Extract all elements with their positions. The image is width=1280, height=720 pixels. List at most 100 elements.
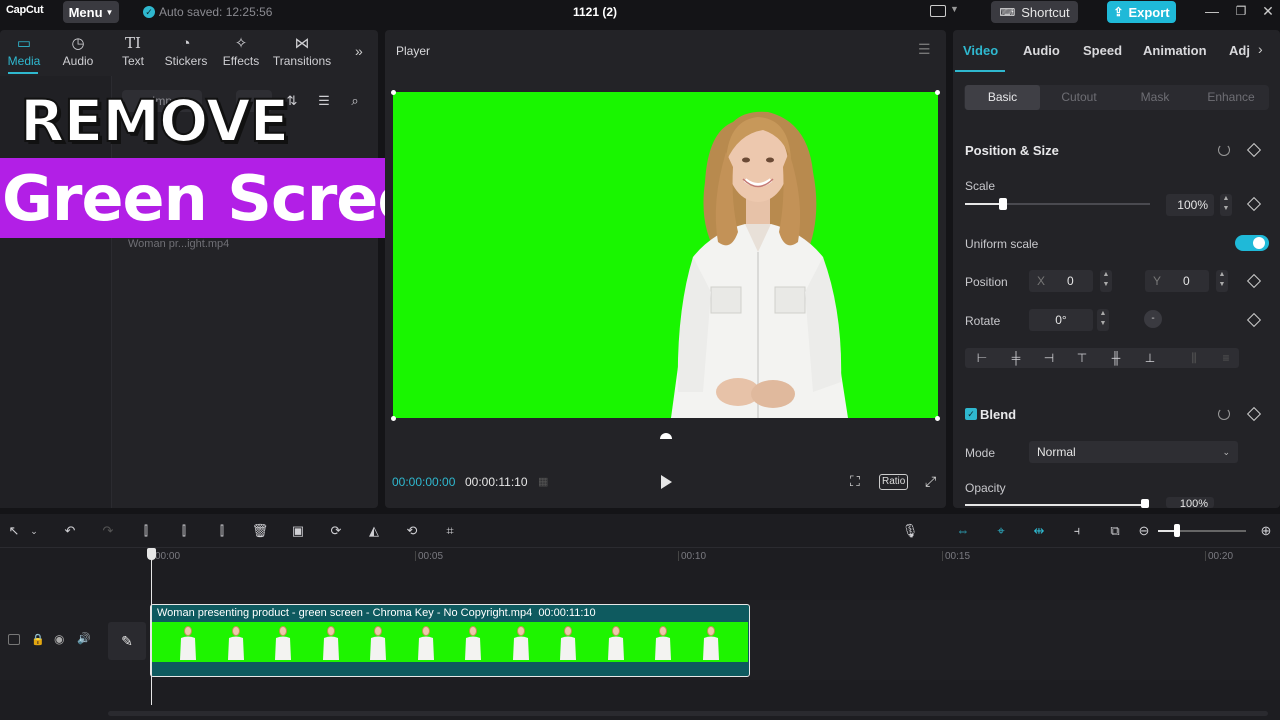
tab-stickers[interactable]: ◔ Stickers — [160, 30, 212, 74]
media-file-name[interactable]: Woman pr...ight.mp4 — [128, 238, 229, 250]
opacity-slider-knob[interactable] — [1141, 499, 1149, 508]
maximize-icon[interactable]: ❐ — [1232, 2, 1250, 20]
timeline-scrollbar[interactable] — [108, 711, 1268, 716]
eye-icon[interactable]: ◉ — [54, 632, 64, 646]
lock-icon[interactable]: 🔒 — [31, 633, 45, 646]
scale-stepper[interactable]: ▲ ▼ — [1220, 194, 1232, 216]
tab-audio[interactable]: ◷ Audio — [56, 30, 100, 74]
preview-canvas[interactable] — [393, 92, 938, 418]
shortcut-button[interactable]: ⌨ Shortcut — [991, 1, 1078, 23]
tab-speed[interactable]: Speed — [1083, 43, 1122, 58]
resize-handle[interactable] — [391, 90, 396, 95]
tab-text[interactable]: TI Text — [112, 30, 154, 74]
export-button[interactable]: ⇪ Export — [1107, 1, 1176, 23]
zoom-in-icon[interactable]: ⊕ — [1256, 521, 1276, 541]
chevron-right-icon[interactable]: › — [1258, 41, 1263, 57]
linkage-icon[interactable]: ⇹ — [1029, 521, 1049, 541]
resize-handle[interactable] — [391, 416, 396, 421]
resize-handle[interactable] — [935, 416, 940, 421]
tab-transitions[interactable]: ⋈ Transitions — [270, 30, 334, 74]
position-x-stepper[interactable]: ▲ ▼ — [1100, 270, 1112, 292]
rotate-icon[interactable]: ⟲ — [402, 521, 422, 541]
rotate-stepper[interactable]: ▲ ▼ — [1097, 309, 1109, 331]
chevron-down-icon[interactable]: ⌄ — [24, 521, 44, 541]
blend-title[interactable]: Blend — [980, 407, 1016, 422]
subtab-cutout[interactable]: Cutout — [1042, 85, 1116, 110]
opacity-input[interactable]: 100% — [1166, 497, 1214, 508]
menu-button[interactable]: Menu ▼ — [63, 1, 119, 23]
position-size-title[interactable]: Position & Size — [965, 143, 1059, 158]
playhead-line — [151, 550, 152, 705]
rotate-dial[interactable]: - — [1144, 310, 1162, 328]
x-label: X — [1037, 274, 1046, 288]
rotate-input[interactable]: 0° — [1029, 309, 1093, 331]
align-center-h-icon[interactable]: ╪ — [1006, 348, 1026, 368]
align-bottom-icon[interactable]: ⊥ — [1140, 348, 1160, 368]
freeze-icon[interactable]: ▣ — [288, 521, 308, 541]
tab-media[interactable]: ▭ Media — [2, 30, 46, 74]
subtab-mask[interactable]: Mask — [1118, 85, 1192, 110]
playhead-handle[interactable] — [147, 548, 156, 560]
resize-handle[interactable] — [935, 90, 940, 95]
chevron-down-icon[interactable]: ▼ — [950, 4, 959, 14]
distribute-h-icon[interactable]: ⫼ — [1184, 348, 1204, 368]
menu-icon[interactable]: ☰ — [918, 41, 931, 58]
zoom-slider-knob[interactable] — [1174, 524, 1180, 537]
scale-input[interactable]: 100% — [1166, 194, 1214, 216]
filter-icon[interactable]: ☰ — [313, 90, 335, 112]
redo-icon[interactable]: ↷ — [98, 521, 118, 541]
speaker-icon[interactable]: 🔊 — [77, 632, 91, 645]
split-left-icon[interactable]: ⫿ — [174, 521, 194, 541]
reset-icon[interactable] — [1218, 144, 1230, 156]
microphone-icon[interactable]: 🎙 — [900, 521, 920, 541]
position-y-input[interactable]: Y0 — [1145, 270, 1209, 292]
ratio-button[interactable]: Ratio — [879, 474, 909, 490]
undo-icon[interactable]: ↶ — [60, 521, 80, 541]
text-icon: TI — [125, 34, 141, 52]
split-icon[interactable]: ⫿ — [136, 521, 156, 541]
timecode-grid-icon[interactable]: ▦ — [538, 475, 558, 489]
close-icon[interactable]: ✕ — [1259, 2, 1277, 20]
track-cover-icon[interactable] — [8, 634, 20, 645]
scale-slider-knob[interactable] — [999, 198, 1007, 210]
tab-audio-props[interactable]: Audio — [1023, 43, 1060, 58]
mirror-icon[interactable]: ◭ — [364, 521, 384, 541]
align-top-icon[interactable]: ⊤ — [1072, 348, 1092, 368]
edit-cover-icon[interactable]: ✎ — [108, 622, 146, 660]
subtab-basic[interactable]: Basic — [965, 85, 1040, 110]
subtab-enhance[interactable]: Enhance — [1194, 85, 1268, 110]
align-center-v-icon[interactable]: ╫ — [1106, 348, 1126, 368]
minimize-icon[interactable]: — — [1203, 2, 1221, 20]
position-x-input[interactable]: X0 — [1029, 270, 1093, 292]
opacity-slider[interactable] — [965, 504, 1145, 506]
layout-icon[interactable] — [930, 5, 946, 17]
delete-icon[interactable]: 🗑 — [250, 521, 270, 541]
align-right-icon[interactable]: ⊣ — [1039, 348, 1059, 368]
reverse-icon[interactable]: ⟳ — [326, 521, 346, 541]
select-cursor-icon[interactable]: ↖ — [4, 521, 24, 541]
reset-icon[interactable] — [1218, 408, 1230, 420]
align-left-icon[interactable]: ⊢ — [972, 348, 992, 368]
zoom-out-icon[interactable]: ⊖ — [1134, 521, 1154, 541]
tab-adjust[interactable]: Adj — [1229, 43, 1250, 58]
expand-tabs-icon[interactable]: » — [355, 43, 363, 59]
caption-icon[interactable]: ⧉ — [1105, 521, 1125, 541]
crop-icon[interactable]: ⌗ — [440, 521, 460, 541]
blend-mode-select[interactable]: Normal ⌄ — [1029, 441, 1238, 463]
fullscreen-icon[interactable]: ⤢ — [925, 473, 941, 491]
blend-checkbox[interactable]: ✓ — [965, 408, 977, 420]
main-track-magnet-icon[interactable]: ⇔ — [953, 521, 973, 541]
preview-axis-icon[interactable]: ⫞ — [1067, 521, 1087, 541]
clip-thumbnail — [273, 624, 293, 660]
tab-video[interactable]: Video — [963, 43, 998, 58]
split-right-icon[interactable]: ⫿ — [212, 521, 232, 541]
search-icon[interactable]: ⌕ — [344, 90, 366, 112]
distribute-v-icon[interactable]: ≡ — [1216, 348, 1236, 368]
auto-snap-icon[interactable]: ⌖ — [991, 521, 1011, 541]
tab-effects[interactable]: ✧ Effects — [218, 30, 264, 74]
tab-animation[interactable]: Animation — [1143, 43, 1207, 58]
position-y-stepper[interactable]: ▲ ▼ — [1216, 270, 1228, 292]
fit-screen-icon[interactable]: ⛶ — [850, 473, 868, 491]
player-scrub-handle[interactable] — [660, 433, 672, 439]
play-icon[interactable] — [659, 474, 673, 490]
